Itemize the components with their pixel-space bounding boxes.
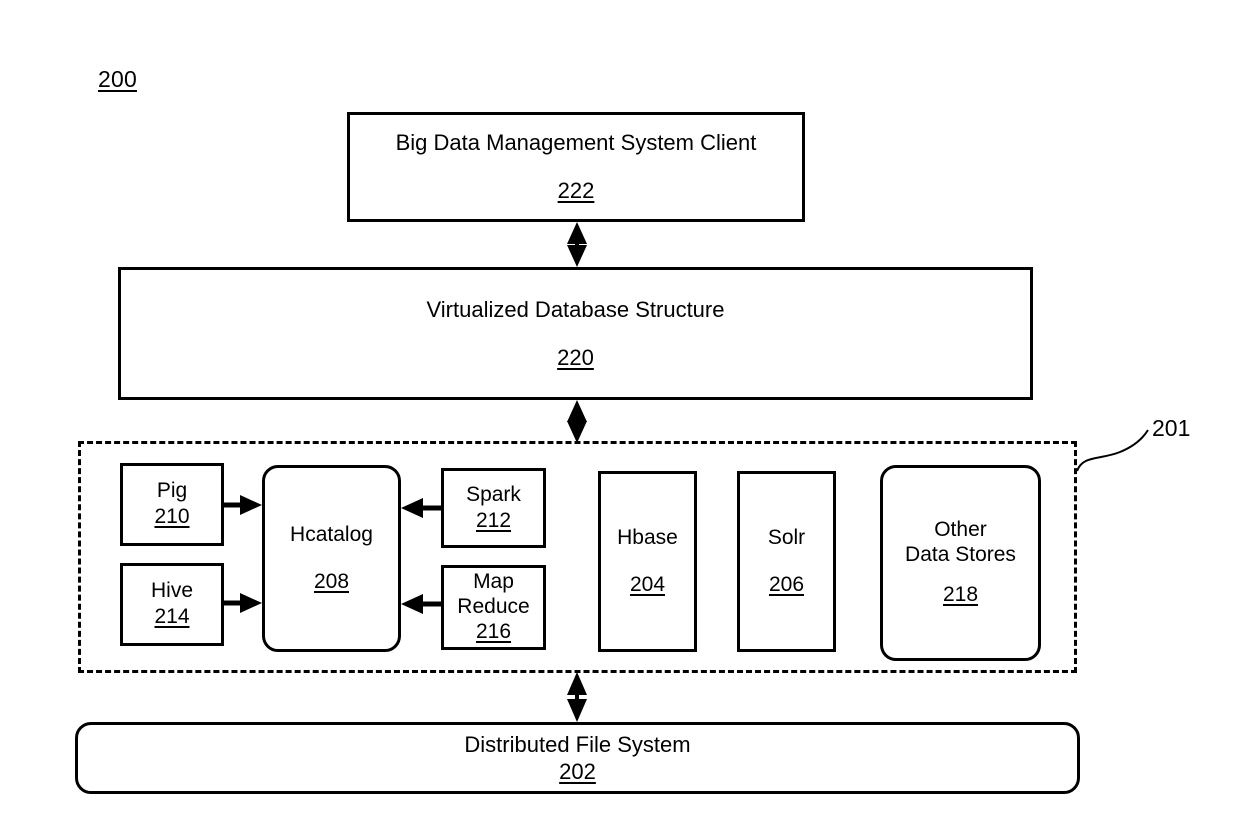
node-distributed-file-system: Distributed File System 202 — [75, 722, 1080, 794]
client-title: Big Data Management System Client — [395, 130, 757, 156]
connector-virtualized-db-to-region — [567, 400, 587, 443]
node-hive: Hive 214 — [120, 563, 224, 646]
client-ref: 222 — [557, 178, 595, 203]
node-other-data-stores: Other Data Stores 218 — [880, 465, 1041, 661]
node-solr: Solr 206 — [737, 471, 836, 652]
hive-title: Hive — [150, 579, 193, 603]
spark-title: Spark — [466, 482, 521, 506]
spark-ref: 212 — [475, 508, 512, 532]
solr-title: Solr — [767, 525, 806, 549]
other-data-stores-ref: 218 — [942, 583, 979, 607]
figure-number: 200 — [98, 66, 137, 92]
map-reduce-title: Map Reduce — [457, 569, 530, 618]
hbase-ref: 204 — [629, 572, 666, 596]
solr-ref: 206 — [768, 572, 805, 596]
virtualized-db-title: Virtualized Database Structure — [426, 296, 725, 322]
map-reduce-ref: 216 — [475, 620, 512, 644]
hbase-title: Hbase — [617, 525, 678, 549]
dfs-ref: 202 — [559, 758, 596, 784]
pig-ref: 210 — [154, 505, 190, 528]
connector-client-to-virtualized-db — [567, 222, 587, 267]
connector-region-to-dfs — [567, 672, 587, 722]
node-map-reduce: Map Reduce 216 — [441, 565, 546, 650]
dfs-title: Distributed File System — [464, 731, 691, 757]
node-virtualized-database-structure: Virtualized Database Structure 220 — [118, 267, 1033, 400]
node-spark: Spark 212 — [441, 468, 546, 548]
pig-title: Pig — [156, 479, 188, 503]
patent-figure: 200 Big Data Management System Client 22… — [0, 0, 1240, 823]
node-hbase: Hbase 204 — [598, 471, 697, 652]
hcatalog-title: Hcatalog — [290, 522, 373, 546]
leader-line-201 — [1076, 429, 1149, 472]
node-pig: Pig 210 — [120, 463, 224, 546]
node-big-data-management-system-client: Big Data Management System Client 222 — [347, 112, 805, 222]
region-reference-label: 201 — [1152, 415, 1191, 441]
hive-ref: 214 — [154, 605, 190, 628]
node-hcatalog: Hcatalog 208 — [262, 465, 401, 652]
virtualized-db-ref: 220 — [557, 344, 594, 370]
other-data-stores-title: Other Data Stores — [905, 517, 1016, 566]
hcatalog-ref: 208 — [313, 569, 350, 593]
